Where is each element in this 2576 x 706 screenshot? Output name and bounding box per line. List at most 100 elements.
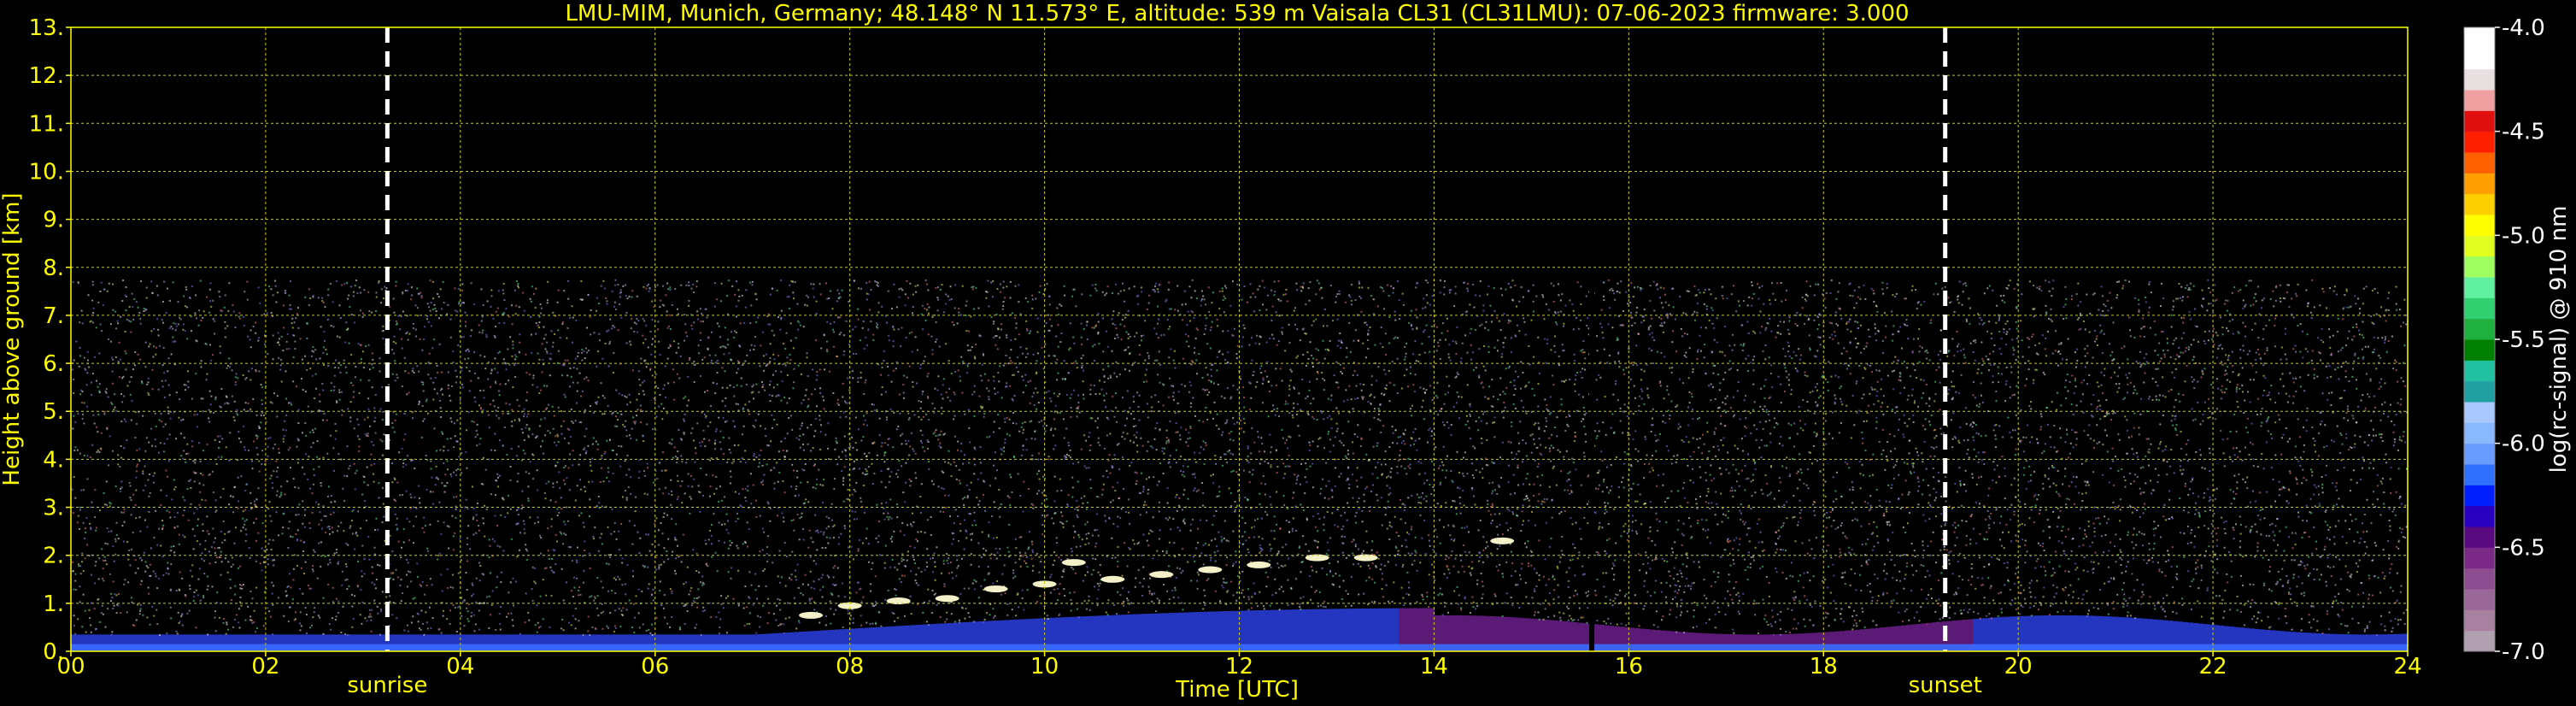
noise-speckle (514, 313, 517, 315)
noise-speckle (229, 578, 232, 580)
noise-speckle (324, 555, 326, 557)
noise-speckle (470, 282, 472, 285)
noise-speckle (74, 632, 77, 635)
noise-speckle (718, 632, 720, 635)
noise-speckle (431, 280, 434, 283)
surface-layer-column (255, 644, 261, 651)
noise-speckle (945, 391, 948, 394)
noise-speckle (332, 531, 334, 533)
noise-speckle (500, 514, 502, 516)
noise-speckle (336, 401, 338, 403)
noise-speckle (291, 327, 294, 329)
noise-speckle (269, 437, 272, 439)
noise-speckle (566, 337, 568, 339)
noise-speckle (496, 307, 499, 309)
noise-speckle (693, 291, 695, 293)
noise-speckle (502, 282, 505, 285)
noise-speckle (289, 308, 291, 310)
noise-speckle (954, 415, 956, 417)
noise-speckle (954, 284, 957, 286)
noise-speckle (617, 575, 619, 578)
noise-speckle (621, 614, 624, 616)
noise-speckle (745, 383, 748, 385)
noise-speckle (555, 444, 558, 447)
noise-speckle (426, 547, 429, 550)
noise-speckle (201, 558, 203, 561)
noise-speckle (965, 608, 967, 610)
noise-speckle (497, 485, 500, 488)
noise-speckle (927, 397, 930, 399)
noise-speckle (383, 515, 385, 518)
noise-speckle (813, 601, 816, 603)
noise-speckle (338, 391, 341, 394)
noise-speckle (139, 358, 142, 361)
noise-speckle (857, 287, 860, 290)
noise-speckle (727, 344, 730, 346)
noise-speckle (596, 401, 598, 403)
noise-speckle (72, 427, 74, 430)
noise-speckle (136, 463, 138, 466)
noise-speckle (431, 347, 434, 350)
noise-speckle (495, 310, 497, 313)
noise-speckle (214, 547, 216, 550)
noise-speckle (253, 621, 255, 623)
noise-speckle (578, 589, 580, 591)
noise-speckle (91, 280, 94, 283)
noise-speckle (768, 612, 771, 615)
noise-speckle (658, 488, 660, 491)
noise-speckle (418, 627, 420, 630)
noise-speckle (345, 565, 348, 568)
noise-speckle (429, 523, 431, 526)
noise-speckle (915, 574, 918, 576)
noise-speckle (218, 291, 220, 293)
noise-speckle (722, 436, 725, 438)
noise-speckle (745, 500, 748, 503)
noise-speckle (931, 349, 934, 351)
noise-speckle (202, 397, 204, 400)
noise-speckle (497, 290, 500, 292)
noise-speckle (206, 575, 208, 578)
noise-speckle (584, 356, 586, 359)
noise-speckle (572, 381, 574, 384)
noise-speckle (613, 577, 615, 580)
noise-speckle (969, 533, 971, 536)
noise-speckle (508, 591, 510, 594)
noise-speckle (425, 489, 428, 491)
noise-speckle (511, 409, 513, 411)
noise-speckle (490, 369, 493, 372)
noise-speckle (633, 331, 636, 333)
noise-speckle (438, 343, 441, 345)
noise-speckle (644, 338, 647, 341)
noise-speckle (754, 426, 756, 428)
noise-speckle (412, 368, 414, 370)
noise-speckle (883, 360, 885, 362)
noise-speckle (348, 342, 350, 344)
noise-speckle (442, 615, 444, 617)
noise-speckle (658, 340, 660, 343)
noise-speckle (519, 532, 521, 534)
noise-speckle (208, 474, 210, 476)
noise-speckle (138, 613, 141, 615)
noise-speckle (196, 508, 198, 510)
surface-layer-column (117, 644, 122, 651)
noise-speckle (928, 624, 930, 627)
noise-speckle (170, 326, 173, 328)
noise-speckle (930, 612, 933, 615)
noise-speckle (874, 603, 877, 606)
noise-speckle (560, 432, 563, 435)
noise-speckle (556, 515, 559, 517)
noise-speckle (907, 418, 910, 421)
noise-speckle (863, 392, 866, 395)
noise-speckle (892, 327, 895, 329)
noise-speckle (804, 574, 807, 576)
surface-layer-column (158, 644, 163, 651)
noise-speckle (628, 520, 631, 522)
noise-speckle (640, 421, 643, 423)
noise-speckle (569, 453, 572, 456)
noise-speckle (667, 558, 670, 561)
noise-speckle (636, 331, 638, 333)
surface-layer-column (768, 644, 773, 651)
noise-speckle (475, 429, 478, 432)
noise-speckle (577, 355, 579, 357)
noise-speckle (282, 428, 285, 431)
